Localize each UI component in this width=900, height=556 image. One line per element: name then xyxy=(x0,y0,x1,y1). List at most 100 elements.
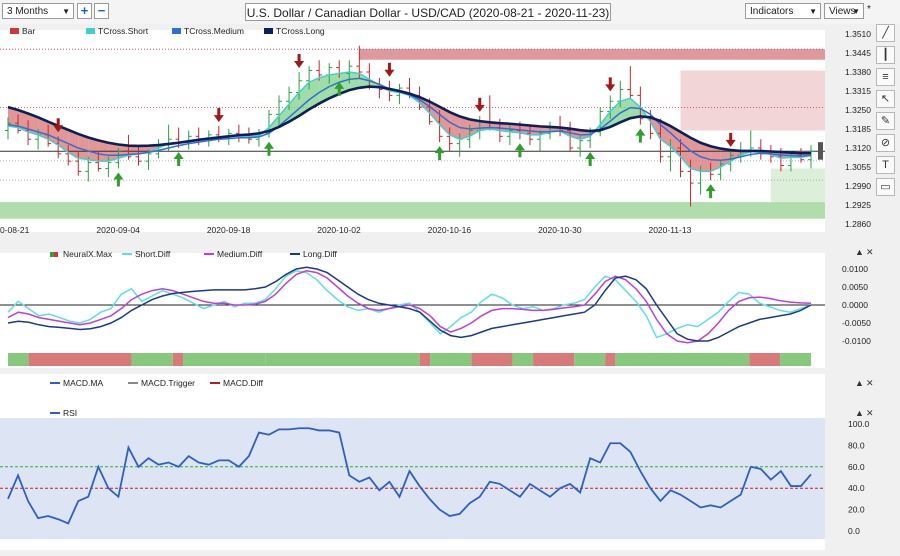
support-box xyxy=(770,168,825,203)
neuralx-segment xyxy=(512,353,534,366)
pointer-icon[interactable]: ↖ xyxy=(876,90,895,108)
y-tick-label: 80.0 xyxy=(848,440,865,450)
y-tick-label: 100.0 xyxy=(848,419,870,429)
indicators-select[interactable]: Indicators ▼ xyxy=(745,3,821,19)
period-select[interactable]: 3 Months ▼ xyxy=(2,3,74,19)
neuralx-segment xyxy=(419,353,431,366)
y-tick-label: 60.0 xyxy=(848,462,865,472)
legend-swatch xyxy=(10,28,19,34)
arrow-shaft xyxy=(267,147,271,156)
arrow-shaft xyxy=(709,190,713,199)
x-tick-label: 2020-09-04 xyxy=(96,225,140,235)
y-tick-label: 1.3185 xyxy=(845,124,871,134)
neuralx-segment xyxy=(533,353,575,366)
legend-label: Long.Diff xyxy=(303,249,338,259)
drawing-toolbar: ╱ ┃ ≡ ↖ ✎ ⊘ T ▭ xyxy=(876,24,898,200)
y-tick-label: 1.3445 xyxy=(845,48,871,58)
legend-label: NeuralX.Max xyxy=(63,249,113,259)
legend-label: RSI xyxy=(63,408,77,418)
legend-label: Bar xyxy=(22,26,35,36)
last-price-marker xyxy=(818,142,823,160)
price-panel: 1.3510 1.3445 1.3380 1.3315 1.3250 1.3185 1.31… xyxy=(0,24,900,244)
y-tick-label: 1.2860 xyxy=(845,219,871,229)
y-tick-label: 1.3380 xyxy=(845,67,871,77)
neuralx-segment xyxy=(172,353,184,366)
y-tick-label: 1.3250 xyxy=(845,105,871,115)
line-tool-icon[interactable]: ╱ xyxy=(876,24,895,42)
y-tick-label: -0.0100 xyxy=(842,336,871,346)
legend-label: TCross.Medium xyxy=(184,26,244,36)
x-tick-label: 2020-10-16 xyxy=(428,225,472,235)
remove-chart-button[interactable]: − xyxy=(94,3,109,19)
legend-swatch xyxy=(264,28,273,34)
y-tick-label: -0.0050 xyxy=(842,318,871,328)
neuralx-segment xyxy=(131,353,173,366)
resistance-zone xyxy=(359,49,825,60)
views-select[interactable]: Views ▼ xyxy=(824,3,864,19)
arrow-shaft xyxy=(337,87,341,96)
y-tick-label: 40.0 xyxy=(848,483,865,493)
neuralx-segment xyxy=(265,353,420,366)
plot-background xyxy=(0,253,825,368)
y-tick-label: 0.0100 xyxy=(842,264,868,274)
y-tick-label: 1.2925 xyxy=(845,200,871,210)
legend-swatch xyxy=(54,252,58,257)
arrow-shaft xyxy=(478,97,482,106)
arrow-shaft xyxy=(438,152,442,161)
plot-background xyxy=(0,30,825,232)
chevron-down-icon: ▼ xyxy=(809,7,817,16)
arrow-shaft xyxy=(177,158,181,166)
support-zone xyxy=(0,202,825,219)
y-tick-label: 0.0050 xyxy=(842,282,868,292)
arrow-shaft xyxy=(387,62,391,71)
panel-up-icon[interactable]: ▲ xyxy=(855,378,864,388)
rsi-background xyxy=(0,418,825,539)
resistance-box xyxy=(680,70,825,131)
pen-icon[interactable]: ✎ xyxy=(876,112,895,130)
toolbar: 3 Months ▼ + − U.S. Dollar / Canadian Dol… xyxy=(0,0,900,24)
legend-label: TCross.Long xyxy=(276,26,325,36)
legend-label: MACD.MA xyxy=(63,378,103,388)
diff-panel: 0.0100 0.0050 0.0000 -0.0050 -0.0100 NeuralX.… xyxy=(0,245,900,373)
arrow-shaft xyxy=(729,132,733,141)
neuralx-segment xyxy=(574,353,606,366)
panel-close-icon[interactable]: ✕ xyxy=(866,378,874,389)
x-tick-label: 0-08-21 xyxy=(0,225,30,235)
y-tick-label: 1.3055 xyxy=(845,162,871,172)
list-icon[interactable]: ≡ xyxy=(876,68,895,86)
arrow-shaft xyxy=(217,108,221,117)
add-chart-button[interactable]: + xyxy=(77,3,92,19)
panel-close-icon[interactable]: ✕ xyxy=(866,247,874,258)
panel-up-icon[interactable]: ▲ xyxy=(855,408,864,418)
y-tick-label: 1.3120 xyxy=(845,143,871,153)
tag-icon[interactable]: ⊘ xyxy=(876,134,895,152)
y-tick-label: 0.0 xyxy=(848,526,860,536)
legend-label: Medium.Diff xyxy=(217,249,263,259)
comment-icon[interactable]: ▭ xyxy=(876,178,895,196)
diff-chart[interactable]: 0.0100 0.0050 0.0000 -0.0050 -0.0100 NeuralX.… xyxy=(0,245,900,373)
neuralx-segment xyxy=(780,353,811,366)
ruler-icon[interactable]: ┃ xyxy=(876,46,895,64)
favorite-star[interactable]: * xyxy=(867,4,871,15)
panel-close-icon[interactable]: ✕ xyxy=(866,408,874,419)
price-chart[interactable]: 1.3510 1.3445 1.3380 1.3315 1.3250 1.3185 1.31… xyxy=(0,24,900,244)
rsi-chart[interactable]: 100.0 80.0 60.0 40.0 20.0 0.0 MACD.MA MACD.Trig… xyxy=(0,374,900,553)
legend-swatch xyxy=(86,28,95,34)
y-tick-label: 20.0 xyxy=(848,505,865,515)
legend-label: Short.Diff xyxy=(135,249,171,259)
legend-label: MACD.Trigger xyxy=(141,378,195,388)
indicators-label: Indicators xyxy=(750,6,794,17)
legend-label: TCross.Short xyxy=(98,26,149,36)
period-value: 3 Months xyxy=(7,6,49,17)
y-tick-label: 1.3510 xyxy=(845,29,871,39)
text-icon[interactable]: T xyxy=(876,156,895,174)
panel-up-icon[interactable]: ▲ xyxy=(855,247,864,257)
y-tick-label: 1.3315 xyxy=(845,86,871,96)
x-tick-label: 2020-10-02 xyxy=(317,225,361,235)
legend-swatch xyxy=(172,28,181,34)
arrow-shaft xyxy=(588,158,592,166)
y-tick-label: 1.2990 xyxy=(845,181,871,191)
neuralx-segment xyxy=(471,353,513,366)
neuralx-segment xyxy=(605,353,616,366)
x-tick-label: 2020-11-13 xyxy=(648,225,691,235)
